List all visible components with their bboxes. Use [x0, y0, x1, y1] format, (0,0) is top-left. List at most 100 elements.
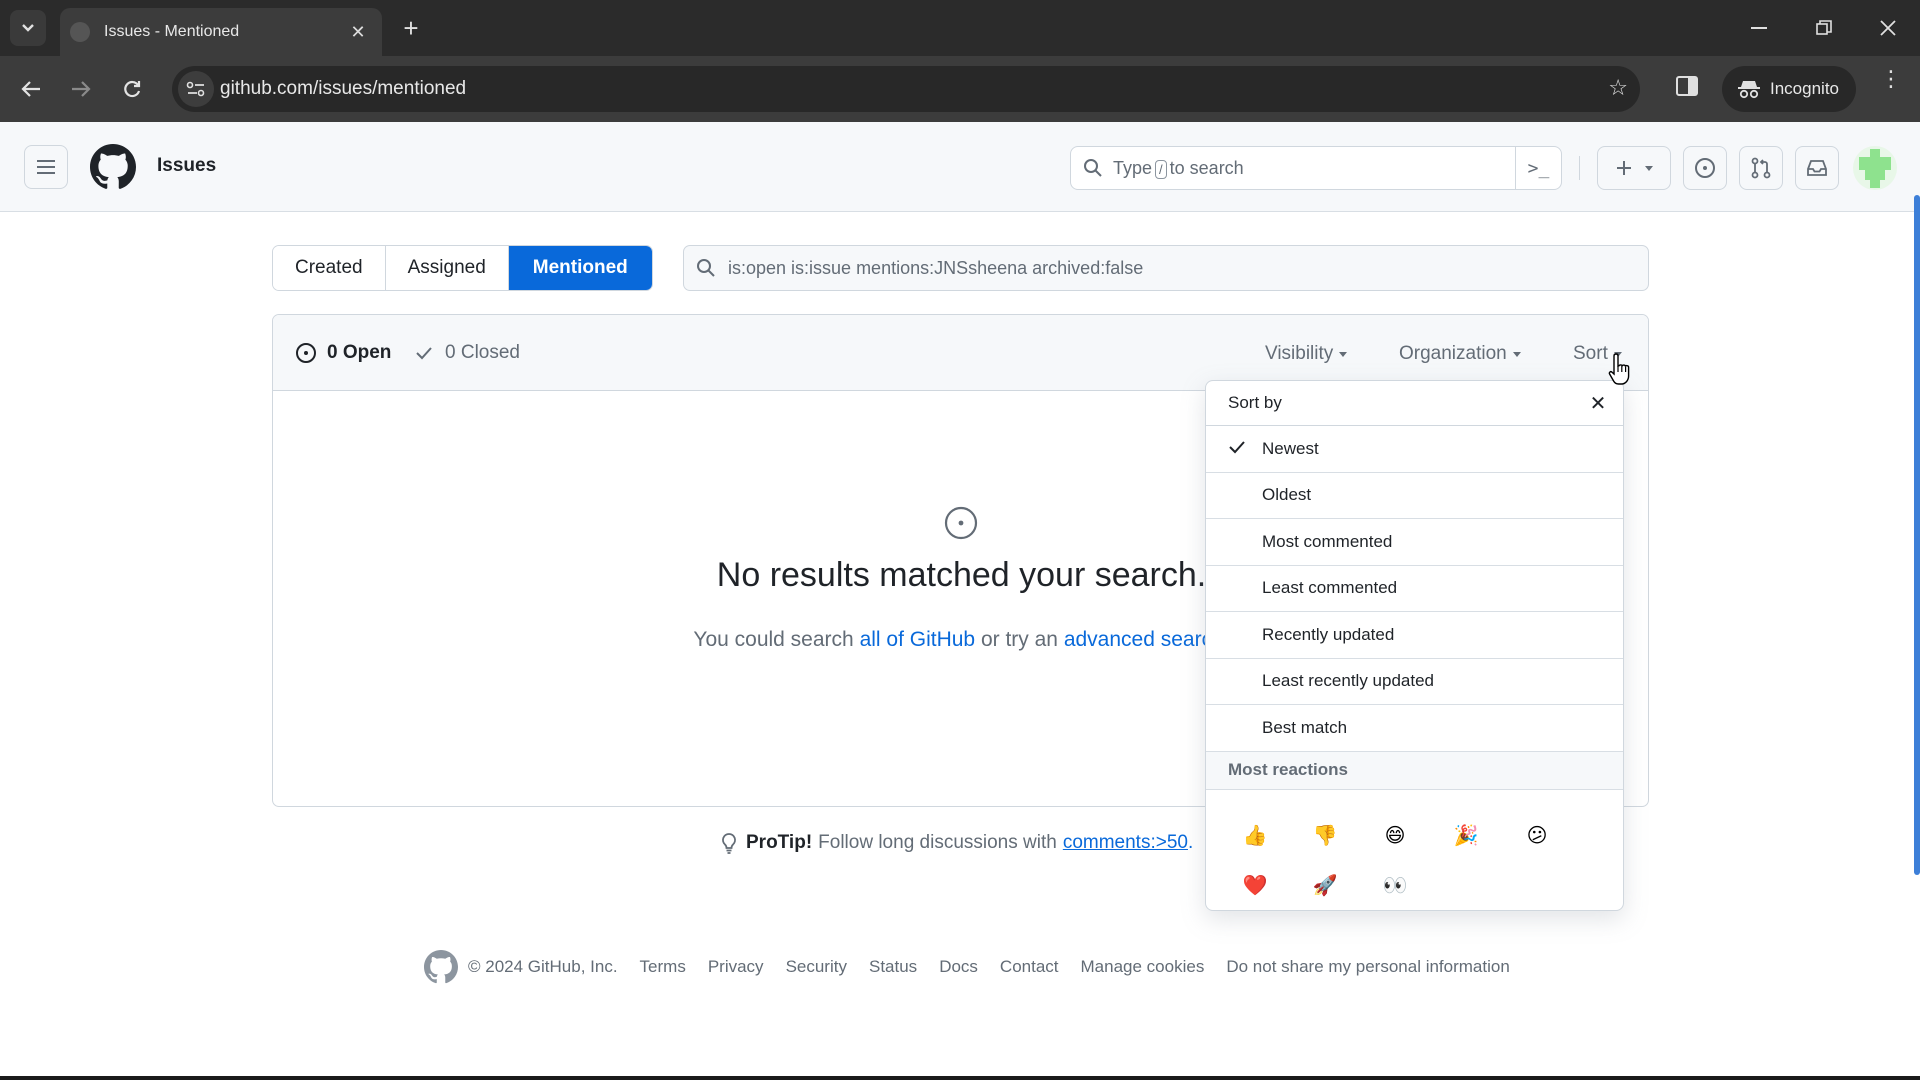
advanced-search-link[interactable]: advanced search — [1064, 628, 1224, 651]
back-icon — [21, 81, 40, 97]
reaction-confused-icon[interactable]: 😕 — [1518, 817, 1556, 855]
url-text[interactable]: github.com/issues/mentioned — [220, 78, 466, 100]
footer-link[interactable]: Status — [869, 957, 917, 976]
issues-filter-input[interactable]: is:open is:issue mentions:JNSsheena arch… — [683, 245, 1649, 291]
reaction-thumbs-down-icon[interactable]: 👎 — [1306, 817, 1344, 855]
context-label[interactable]: Issues — [157, 155, 216, 177]
github-logo-icon[interactable] — [424, 950, 458, 984]
github-logo-icon[interactable] — [90, 144, 136, 190]
sort-option-label: Oldest — [1262, 485, 1312, 505]
create-new-button[interactable] — [1597, 146, 1671, 190]
search-icon — [1084, 159, 1102, 177]
restore-icon — [1816, 20, 1832, 35]
global-search-input[interactable]: Type / to search >_ — [1070, 146, 1562, 190]
footer-link[interactable]: Privacy — [708, 957, 764, 976]
filter-query-text[interactable]: is:open is:issue mentions:JNSsheena arch… — [728, 258, 1143, 279]
caret-down-icon — [1512, 351, 1521, 357]
close-window-button[interactable] — [1868, 10, 1908, 46]
forward-button[interactable] — [64, 72, 98, 106]
footer-link[interactable]: Manage cookies — [1081, 957, 1205, 976]
reaction-eyes-icon[interactable]: 👀 — [1376, 867, 1414, 905]
visibility-filter[interactable]: Visibility — [1265, 343, 1348, 365]
footer-link[interactable]: Contact — [1000, 957, 1059, 976]
reaction-heart-icon[interactable]: ❤️ — [1236, 867, 1274, 905]
footer-link[interactable]: Terms — [640, 957, 686, 976]
sort-option[interactable]: Best match — [1206, 705, 1623, 752]
command-palette-button[interactable]: >_ — [1515, 147, 1561, 189]
your-pull-requests-button[interactable] — [1739, 146, 1783, 190]
slash-key-hint: / — [1155, 159, 1167, 179]
incognito-indicator[interactable]: Incognito — [1722, 66, 1856, 112]
closed-issues-link[interactable]: 0 Closed — [415, 342, 520, 364]
tab-assigned[interactable]: Assigned — [385, 246, 509, 290]
tab-list-button[interactable] — [10, 10, 46, 46]
reload-icon — [124, 80, 141, 98]
browser-tab[interactable]: Issues - Mentioned ✕ — [60, 8, 382, 56]
organization-label: Organization — [1399, 343, 1507, 364]
notifications-button[interactable] — [1795, 146, 1839, 190]
sort-option-label: Least commented — [1262, 578, 1398, 598]
footer-links: Terms Privacy Security Status Docs Contact Man… — [618, 957, 1510, 977]
pointer-cursor-icon — [1608, 353, 1630, 385]
tab-created[interactable]: Created — [273, 246, 386, 290]
protip-link[interactable]: comments:>50 — [1063, 832, 1188, 854]
blank-sub-mid: or try an — [975, 628, 1064, 651]
sort-option-label: Best match — [1262, 717, 1348, 737]
footer-link[interactable]: Docs — [939, 957, 978, 976]
reaction-sort-options: 👍 👎 😄 🎉 😕 ❤️ 🚀 👀 — [1206, 790, 1623, 911]
footer-link[interactable]: Do not share my personal information — [1226, 957, 1509, 976]
search-placeholder-post: to search — [1169, 157, 1244, 178]
search-icon — [697, 259, 715, 277]
sort-option[interactable]: Newest — [1206, 426, 1623, 473]
sort-option[interactable]: Least commented — [1206, 566, 1623, 612]
user-avatar[interactable] — [1853, 146, 1897, 190]
tab-mentioned[interactable]: Mentioned — [508, 246, 652, 290]
back-button[interactable] — [14, 72, 48, 106]
close-tab-icon[interactable]: ✕ — [346, 20, 370, 44]
reload-button[interactable] — [115, 72, 149, 106]
protip-text: Follow long discussions with — [818, 832, 1057, 853]
address-bar[interactable]: github.com/issues/mentioned ☆ — [172, 66, 1640, 112]
plus-icon: + — [403, 12, 419, 43]
sort-option[interactable]: Most commented — [1206, 519, 1623, 566]
sort-option[interactable]: Oldest — [1206, 473, 1623, 519]
close-icon[interactable]: ✕ — [1587, 392, 1609, 415]
plus-icon — [1617, 161, 1631, 175]
incognito-label: Incognito — [1770, 79, 1839, 98]
browser-tab-strip: Issues - Mentioned ✕ + — [0, 0, 1920, 56]
github-header: Issues Type / to search >_ — [0, 122, 1920, 212]
protip-post: . — [1187, 832, 1194, 853]
new-tab-button[interactable]: + — [395, 12, 427, 44]
restore-button[interactable] — [1804, 10, 1844, 46]
minimize-button[interactable] — [1739, 10, 1779, 46]
reaction-laugh-icon[interactable]: 😄 — [1376, 817, 1414, 855]
search-placeholder-pre: Type — [1113, 157, 1153, 178]
sort-label: Sort — [1573, 343, 1608, 364]
footer-link[interactable]: Security — [786, 957, 847, 976]
blank-sub-pre: You could search — [693, 628, 860, 651]
window-bottom-edge — [0, 1076, 1920, 1080]
header-divider — [1579, 156, 1580, 180]
open-global-nav-button[interactable] — [24, 145, 68, 189]
search-all-github-link[interactable]: all of GitHub — [860, 628, 976, 651]
forward-icon — [72, 81, 91, 97]
visibility-label: Visibility — [1265, 343, 1334, 364]
reaction-rocket-icon[interactable]: 🚀 — [1306, 867, 1344, 905]
inbox-icon — [1807, 160, 1827, 176]
sort-option[interactable]: Least recently updated — [1206, 659, 1623, 705]
organization-filter[interactable]: Organization — [1399, 343, 1521, 365]
open-issues-link[interactable]: 0 Open — [295, 342, 391, 364]
sort-option[interactable]: Recently updated — [1206, 612, 1623, 659]
page-scrollbar[interactable] — [1914, 195, 1920, 875]
site-info-button[interactable] — [178, 71, 214, 107]
browser-toolbar: github.com/issues/mentioned ☆ Incognito … — [0, 56, 1920, 122]
your-issues-button[interactable] — [1683, 146, 1727, 190]
more-menu-icon[interactable]: ⋮ — [1880, 68, 1902, 90]
reaction-hooray-icon[interactable]: 🎉 — [1447, 817, 1485, 855]
side-panel-icon[interactable] — [1676, 76, 1698, 96]
tab-title: Issues - Mentioned — [104, 23, 240, 40]
reaction-thumbs-up-icon[interactable]: 👍 — [1236, 817, 1274, 855]
bookmark-star-icon[interactable]: ☆ — [1608, 75, 1628, 101]
issue-opened-icon — [944, 506, 978, 540]
pull-request-icon — [1751, 157, 1771, 179]
